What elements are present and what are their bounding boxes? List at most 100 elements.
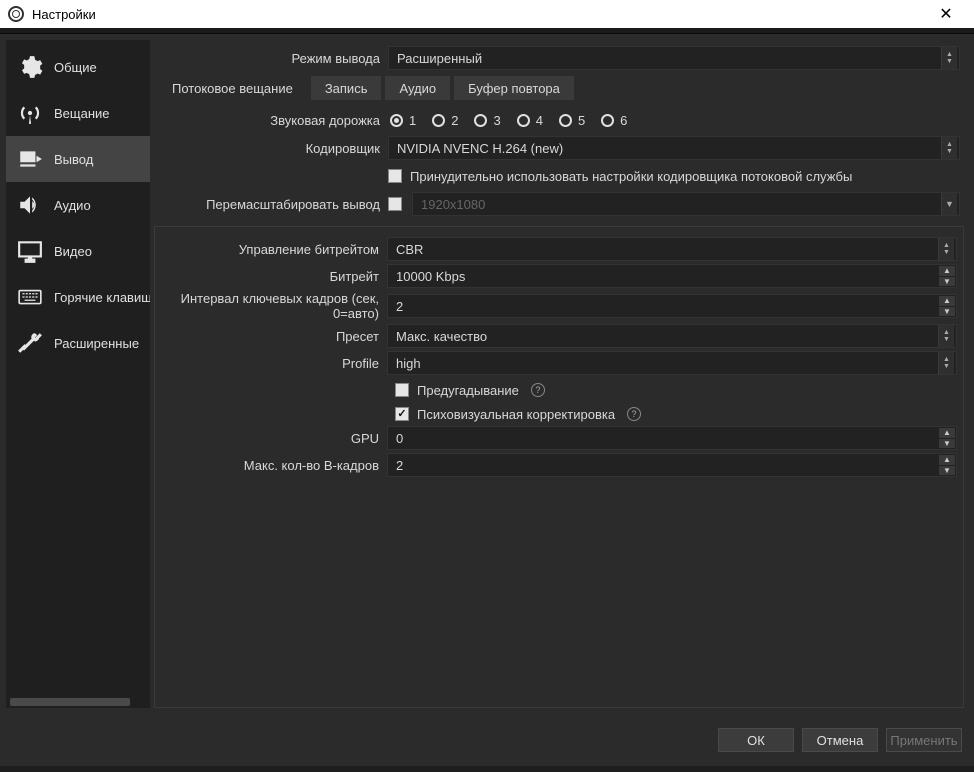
sidebar-item-hotkeys[interactable]: Горячие клавиши — [6, 274, 150, 320]
help-icon[interactable]: ? — [627, 407, 641, 421]
profile-label: Profile — [161, 356, 387, 371]
preset-value: Макс. качество — [396, 329, 487, 344]
spinner-up-icon[interactable]: ▲ — [939, 428, 955, 439]
speaker-icon — [16, 191, 44, 219]
output-mode-value: Расширенный — [397, 51, 482, 66]
tab-recording[interactable]: Запись — [311, 76, 382, 100]
audio-track-5[interactable]: 5 — [559, 113, 585, 128]
output-mode-label: Режим вывода — [158, 51, 388, 66]
broadcast-icon — [16, 99, 44, 127]
rescale-checkbox[interactable] — [388, 197, 402, 211]
encoder-value: NVIDIA NVENC H.264 (new) — [397, 141, 563, 156]
radio-icon — [474, 114, 487, 127]
apply-button[interactable]: Применить — [886, 728, 962, 752]
lookahead-checkbox[interactable] — [395, 383, 409, 397]
keyint-input[interactable]: 2 ▲▼ — [387, 294, 957, 318]
spinner-down-icon[interactable]: ▼ — [939, 307, 955, 317]
bframes-input[interactable]: 2 ▲▼ — [387, 453, 957, 477]
bitrate-input[interactable]: 10000 Kbps ▲▼ — [387, 264, 957, 288]
radio-icon — [601, 114, 614, 127]
sidebar-item-label: Видео — [54, 244, 92, 259]
ok-button[interactable]: ОК — [718, 728, 794, 752]
tab-replay-buffer[interactable]: Буфер повтора — [454, 76, 574, 100]
tab-streaming[interactable]: Потоковое вещание — [158, 76, 307, 100]
sidebar-scrollbar[interactable] — [6, 696, 150, 708]
sidebar-item-label: Общие — [54, 60, 97, 75]
rescale-label: Перемасштабировать вывод — [158, 197, 388, 212]
sidebar-item-stream[interactable]: Вещание — [6, 90, 150, 136]
window-title: Настройки — [32, 7, 96, 22]
radio-icon — [390, 114, 403, 127]
gear-icon — [16, 53, 44, 81]
psycho-label: Психовизуальная корректировка — [417, 407, 615, 422]
rescale-select[interactable]: 1920x1080 ▼ — [412, 192, 960, 216]
sidebar-item-label: Вещание — [54, 106, 110, 121]
radio-icon — [559, 114, 572, 127]
spinner-up-icon[interactable]: ▲ — [939, 266, 955, 277]
rate-control-value: CBR — [396, 242, 423, 257]
gpu-input[interactable]: 0 ▲▼ — [387, 426, 957, 450]
output-tabs: Потоковое вещание Запись Аудио Буфер пов… — [158, 76, 960, 100]
preset-select[interactable]: Макс. качество ▲▼ — [387, 324, 957, 348]
sidebar-item-label: Вывод — [54, 152, 93, 167]
spinner-up-icon[interactable]: ▲ — [939, 296, 955, 307]
dialog-footer: ОК Отмена Применить — [0, 714, 974, 766]
main-panel: Режим вывода Расширенный ▲▼ Потоковое ве… — [150, 40, 968, 708]
sidebar-item-label: Аудио — [54, 198, 91, 213]
sidebar-item-video[interactable]: Видео — [6, 228, 150, 274]
audio-track-3[interactable]: 3 — [474, 113, 500, 128]
profile-value: high — [396, 356, 421, 371]
keyint-value: 2 — [396, 299, 403, 314]
spinner-down-icon[interactable]: ▼ — [939, 277, 955, 287]
sidebar-item-output[interactable]: Вывод — [6, 136, 150, 182]
bframes-value: 2 — [396, 458, 403, 473]
preset-label: Пресет — [161, 329, 387, 344]
sidebar-item-label: Расширенные — [54, 336, 139, 351]
spinner-down-icon[interactable]: ▼ — [939, 439, 955, 449]
help-icon[interactable]: ? — [531, 383, 545, 397]
title-bar: Настройки ✕ — [0, 0, 974, 28]
encoder-label: Кодировщик — [158, 141, 388, 156]
sidebar-item-general[interactable]: Общие — [6, 44, 150, 90]
sidebar-item-label: Горячие клавиши — [54, 290, 150, 305]
audio-track-6[interactable]: 6 — [601, 113, 627, 128]
app-icon — [8, 6, 24, 22]
rate-control-select[interactable]: CBR ▲▼ — [387, 237, 957, 261]
radio-icon — [432, 114, 445, 127]
sidebar-item-advanced[interactable]: Расширенные — [6, 320, 150, 366]
sidebar-item-audio[interactable]: Аудио — [6, 182, 150, 228]
audio-track-1[interactable]: 1 — [390, 113, 416, 128]
rescale-value: 1920x1080 — [421, 197, 485, 212]
profile-select[interactable]: high ▲▼ — [387, 351, 957, 375]
sidebar: Общие Вещание Вывод Аудио Видео — [6, 40, 150, 708]
spinner-up-icon[interactable]: ▲ — [939, 455, 955, 466]
audio-track-label: Звуковая дорожка — [158, 113, 388, 128]
tools-icon — [16, 329, 44, 357]
encoder-select[interactable]: NVIDIA NVENC H.264 (new) ▲▼ — [388, 136, 960, 160]
tab-audio[interactable]: Аудио — [385, 76, 450, 100]
audio-track-2[interactable]: 2 — [432, 113, 458, 128]
bitrate-value: 10000 Kbps — [396, 269, 465, 284]
lookahead-label: Предугадывание — [417, 383, 519, 398]
rate-control-label: Управление битрейтом — [161, 242, 387, 257]
psycho-checkbox[interactable] — [395, 407, 409, 421]
close-icon[interactable]: ✕ — [926, 4, 966, 24]
keyboard-icon — [16, 283, 44, 311]
monitor-icon — [16, 237, 44, 265]
cancel-button[interactable]: Отмена — [802, 728, 878, 752]
output-mode-select[interactable]: Расширенный ▲▼ — [388, 46, 960, 70]
enforce-label: Принудительно использовать настройки код… — [410, 169, 852, 184]
bframes-label: Макс. кол-во B-кадров — [161, 458, 387, 473]
keyint-label: Интервал ключевых кадров (сек, 0=авто) — [161, 291, 387, 321]
radio-icon — [517, 114, 530, 127]
gpu-label: GPU — [161, 431, 387, 446]
scrollbar-thumb[interactable] — [10, 698, 130, 706]
bitrate-label: Битрейт — [161, 269, 387, 284]
encoder-settings-panel: Управление битрейтом CBR ▲▼ Битрейт 1000… — [154, 226, 964, 708]
gpu-value: 0 — [396, 431, 403, 446]
spinner-down-icon[interactable]: ▼ — [939, 466, 955, 476]
enforce-checkbox[interactable] — [388, 169, 402, 183]
audio-track-4[interactable]: 4 — [517, 113, 543, 128]
audio-track-radio-group: 1 2 3 4 5 6 — [388, 113, 627, 128]
output-icon — [16, 145, 44, 173]
